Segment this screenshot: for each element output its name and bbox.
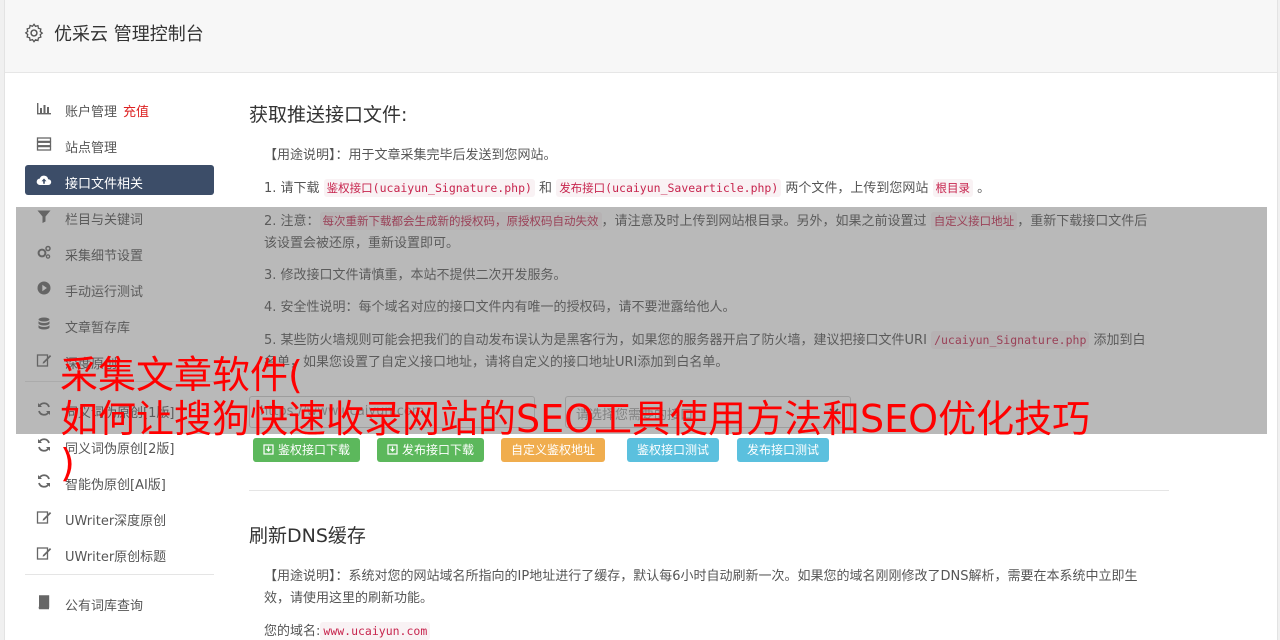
step-text: 1. 请下载 — [264, 181, 324, 196]
book-icon — [38, 595, 50, 610]
sidebar-item-uwriter-deep[interactable]: UWriter深度原创 — [25, 502, 214, 532]
gear-icon — [24, 23, 44, 43]
sidebar-item-interface[interactable]: 接口文件相关 — [25, 165, 214, 195]
overlay-headline: 采集文章软件( 如何让搜狗快速收录网站的SEO工具使用方法和SEO优化技巧 ) — [60, 353, 1091, 485]
edit-icon — [36, 511, 52, 524]
sidebar-divider — [25, 574, 214, 575]
sidebar-item-label: 站点管理 — [65, 141, 118, 156]
domain-value: www.ucaiyun.com — [320, 622, 431, 640]
sidebar-item-label: 账户管理 — [65, 105, 118, 120]
sidebar-item-sites[interactable]: 站点管理 — [25, 129, 214, 159]
bar-chart-icon — [37, 103, 51, 115]
usage-label: 【用途说明】 — [264, 569, 336, 584]
step-text: 两个文件，上传到您网站 — [781, 181, 933, 196]
section-title-dns: 刷新DNS缓存 — [249, 525, 366, 547]
sidebar-item-label: 公有词库查询 — [65, 599, 144, 614]
root-dir-code: 根目录 — [932, 179, 974, 197]
usage-note: 【用途说明】：用于文章采集完毕后发送到您网站。 — [264, 145, 1154, 167]
usage-label: 【用途说明】 — [264, 148, 336, 163]
sidebar-item-label: 接口文件相关 — [65, 177, 144, 192]
step-text: 和 — [534, 181, 557, 196]
domain-row: 您的域名: www.ucaiyun.com — [264, 620, 1154, 640]
section-divider — [249, 490, 1169, 491]
domain-label: 您的域名: — [264, 624, 321, 639]
sidebar-item-label: UWriter深度原创 — [65, 514, 167, 529]
refresh-icon — [38, 438, 50, 452]
recharge-link[interactable]: 充值 — [123, 105, 149, 120]
edit-icon — [36, 547, 52, 560]
step-1: 1. 请下载 鉴权接口(ucaiyun_Signature.php) 和 发布接… — [264, 177, 1154, 200]
section-title-interface: 获取推送接口文件: — [249, 104, 408, 126]
header-bar: 优采云 管理控制台 — [5, 0, 1277, 73]
sidebar-item-uwriter-title[interactable]: UWriter原创标题 — [25, 538, 214, 568]
sidebar-item-public-lexicon[interactable]: 公有词库查询 — [25, 587, 214, 617]
usage-text: ：用于文章采集完毕后发送到您网站。 — [335, 148, 557, 163]
sidebar-item-account[interactable]: 账户管理 充值 — [25, 93, 214, 123]
refresh-icon — [38, 474, 50, 488]
signature-file-code: 鉴权接口(ucaiyun_Signature.php) — [323, 179, 535, 197]
server-icon — [36, 137, 52, 151]
page-title: 优采云 管理控制台 — [54, 24, 204, 45]
step-text: 。 — [973, 181, 991, 196]
savearticle-file-code: 发布接口(ucaiyun_Savearticle.php) — [556, 179, 782, 197]
cloud-upload-icon — [36, 175, 52, 186]
app-window: 优采云 管理控制台 账户管理 充值 站点管理 接口文件相关 栏目与关键词 采集细… — [4, 0, 1278, 640]
dns-usage-note: 【用途说明】：系统对您的网站域名所指向的IP地址进行了缓存，默认每6小时自动刷新… — [264, 566, 1154, 610]
sidebar-item-label: UWriter原创标题 — [65, 550, 167, 565]
usage-text: ：系统对您的网站域名所指向的IP地址进行了缓存，默认每6小时自动刷新一次。如果您… — [264, 569, 1138, 606]
